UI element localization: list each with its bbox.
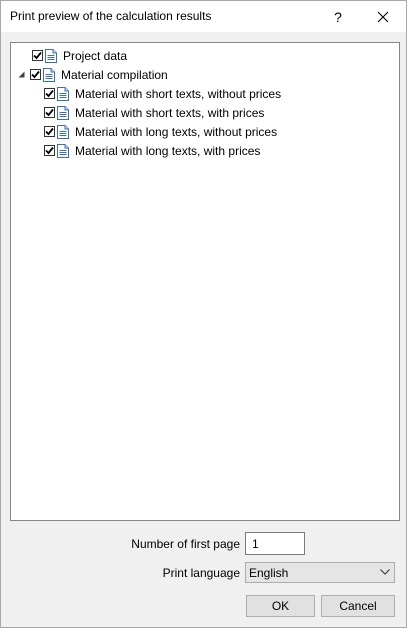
report-tree[interactable]: Project data Material compilation Materi… xyxy=(10,42,400,521)
first-page-value: 1 xyxy=(252,536,259,551)
print-language-select[interactable]: English xyxy=(245,562,395,583)
checkbox-short-texts-with-prices[interactable] xyxy=(44,107,55,118)
tree-item-label: Material with long texts, without prices xyxy=(75,124,278,139)
document-icon xyxy=(43,67,55,82)
check-icon xyxy=(33,51,42,60)
help-button[interactable]: ? xyxy=(315,1,361,32)
tree-item-long-texts-without-prices[interactable]: Material with long texts, without prices xyxy=(44,122,277,141)
document-icon xyxy=(57,143,69,158)
tree-item-label: Material with short texts, without price… xyxy=(75,86,282,101)
checkbox-short-texts-without-prices[interactable] xyxy=(44,88,55,99)
tree-item-label: Project data xyxy=(63,48,128,63)
expand-toggle[interactable] xyxy=(17,70,26,79)
expanded-triangle-icon xyxy=(18,71,25,78)
tree-item-label: Material with long texts, with prices xyxy=(75,143,261,158)
tree-item-short-texts-with-prices[interactable]: Material with short texts, with prices xyxy=(44,103,264,122)
first-page-label: Number of first page xyxy=(131,537,240,551)
close-icon xyxy=(377,11,389,22)
tree-item-project-data[interactable]: Project data xyxy=(32,46,127,65)
first-page-input[interactable]: 1 xyxy=(245,532,305,555)
close-button[interactable] xyxy=(360,1,406,32)
print-preview-dialog: Print preview of the calculation results… xyxy=(0,0,407,628)
checkbox-project-data[interactable] xyxy=(32,50,43,61)
tree-item-label: Material with short texts, with prices xyxy=(75,105,265,120)
help-icon: ? xyxy=(334,8,342,25)
tree-item-long-texts-with-prices[interactable]: Material with long texts, with prices xyxy=(44,141,260,160)
checkbox-material-compilation[interactable] xyxy=(30,69,41,80)
document-icon xyxy=(57,86,69,101)
tree-item-short-texts-without-prices[interactable]: Material with short texts, without price… xyxy=(44,84,281,103)
tree-item-label: Material compilation xyxy=(61,67,168,82)
check-icon xyxy=(45,146,54,155)
tree-item-material-compilation[interactable]: Material compilation xyxy=(17,65,168,84)
checkbox-long-texts-without-prices[interactable] xyxy=(44,126,55,137)
document-icon xyxy=(45,48,57,63)
print-language-value: English xyxy=(249,565,289,580)
cancel-button[interactable]: Cancel xyxy=(321,595,395,617)
check-icon xyxy=(31,70,40,79)
check-icon xyxy=(45,127,54,136)
document-icon xyxy=(57,124,69,139)
ok-button[interactable]: OK xyxy=(246,595,315,617)
document-icon xyxy=(57,105,69,120)
checkbox-long-texts-with-prices[interactable] xyxy=(44,145,55,156)
check-icon xyxy=(45,108,54,117)
chevron-down-icon xyxy=(380,567,390,577)
print-language-label: Print language xyxy=(162,566,240,580)
window-title: Print preview of the calculation results xyxy=(10,9,212,23)
check-icon xyxy=(45,89,54,98)
title-bar: Print preview of the calculation results… xyxy=(1,1,406,32)
